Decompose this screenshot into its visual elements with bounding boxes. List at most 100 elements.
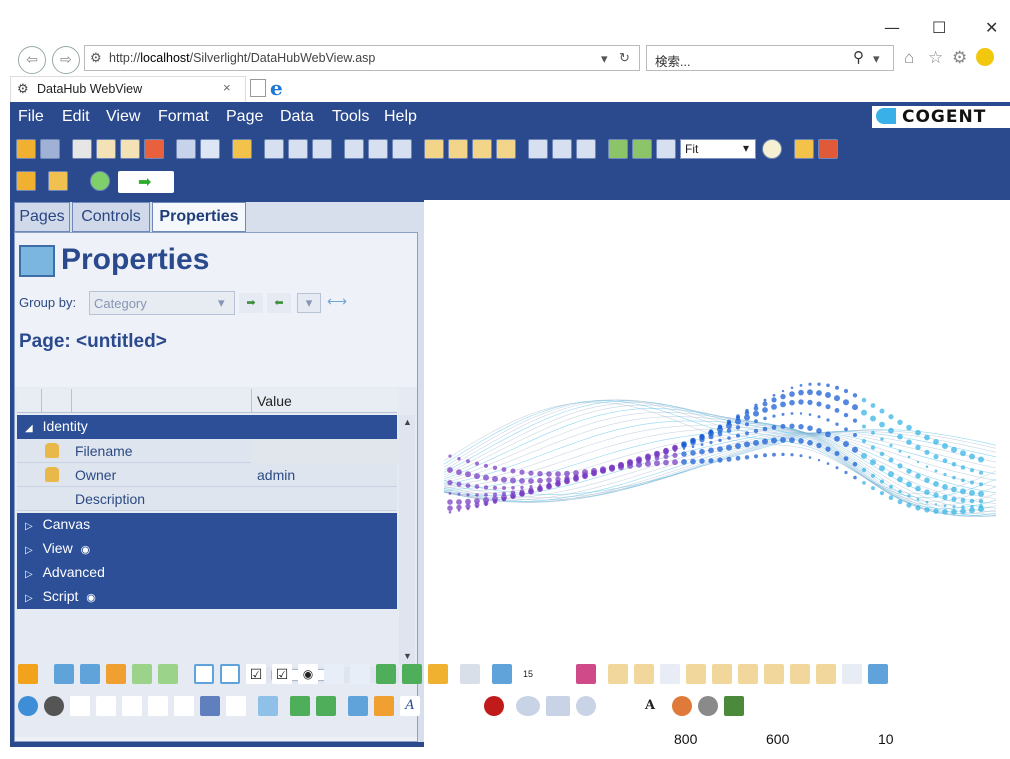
indicator-gray-icon[interactable] — [698, 696, 718, 716]
tab-controls[interactable]: Controls — [72, 202, 150, 232]
radio-button-icon[interactable]: ◉ — [298, 664, 318, 684]
close-window-button[interactable]: ✕ — [985, 18, 998, 37]
send-backward-icon[interactable] — [496, 139, 516, 159]
calendar-icon[interactable] — [492, 664, 512, 684]
gauge-3-icon[interactable] — [738, 664, 758, 684]
run-button[interactable]: ➡ — [118, 171, 174, 193]
group-identity[interactable]: ◢ Identity — [17, 415, 397, 439]
security-lock-icon[interactable] — [794, 139, 814, 159]
progress-bar-icon[interactable] — [226, 696, 246, 716]
feedback-smiley-icon[interactable] — [976, 48, 994, 66]
distribute-icon[interactable] — [576, 139, 596, 159]
ellipse-icon[interactable] — [516, 696, 540, 716]
grid-table-icon[interactable] — [316, 696, 336, 716]
tree-control-icon[interactable] — [376, 664, 396, 684]
maximize-button[interactable]: ☐ — [932, 18, 946, 37]
snap-grid-icon[interactable] — [176, 139, 196, 159]
user-icon[interactable] — [868, 664, 888, 684]
slider-vertical-icon[interactable] — [96, 696, 116, 716]
forward-button[interactable]: ⇨ — [52, 46, 80, 74]
zoom-out-icon[interactable] — [632, 139, 652, 159]
indicator-orange-icon[interactable] — [672, 696, 692, 716]
group-canvas[interactable]: ▷ Canvas — [17, 513, 397, 537]
group-by-select[interactable]: Category ▾ — [89, 291, 235, 315]
settings-gear-icon[interactable]: ⚙ — [952, 48, 967, 68]
align-middle-icon[interactable] — [368, 139, 388, 159]
line-chart-icon[interactable] — [158, 664, 178, 684]
connection-icon[interactable] — [90, 171, 110, 191]
listbox-control-icon[interactable] — [350, 664, 370, 684]
bar-chart-icon[interactable] — [106, 664, 126, 684]
delete-icon[interactable] — [144, 139, 164, 159]
expand-all-icon[interactable]: ➡ — [239, 293, 263, 313]
battery-icon[interactable] — [724, 696, 744, 716]
cut-icon[interactable] — [72, 139, 92, 159]
gauge-4-icon[interactable] — [764, 664, 784, 684]
gauge-5-icon[interactable] — [790, 664, 810, 684]
copy-icon[interactable] — [96, 139, 116, 159]
swap-icon[interactable]: ⟷ — [327, 293, 347, 310]
menu-edit[interactable]: Edit — [62, 108, 90, 126]
import-icon[interactable] — [428, 664, 448, 684]
align-bottom-icon[interactable] — [392, 139, 412, 159]
search-box[interactable]: 検索... ⚲ ▾ — [646, 45, 894, 71]
group-script[interactable]: ▷ Script ◉ — [17, 585, 397, 609]
dial-icon[interactable] — [44, 696, 64, 716]
property-value[interactable]: admin — [257, 463, 295, 487]
gauge-1-icon[interactable] — [686, 664, 706, 684]
group-icon[interactable] — [528, 139, 548, 159]
ungroup-icon[interactable] — [552, 139, 572, 159]
page-settings-icon[interactable] — [48, 171, 68, 191]
bring-front-icon[interactable] — [424, 139, 444, 159]
align-right-icon[interactable] — [312, 139, 332, 159]
pointer-tool-icon[interactable] — [18, 664, 38, 684]
group-advanced[interactable]: ▷ Advanced — [17, 561, 397, 585]
menu-file[interactable]: File — [18, 108, 44, 126]
border-control-icon[interactable] — [220, 664, 240, 684]
timer-icon[interactable] — [842, 664, 862, 684]
align-left-icon[interactable] — [264, 139, 284, 159]
level-bar-icon[interactable] — [200, 696, 220, 716]
filter-dropdown-icon[interactable]: ▾ — [297, 293, 321, 313]
settings-icon[interactable] — [608, 696, 628, 716]
send-back-icon[interactable] — [448, 139, 468, 159]
checkbox-checked-icon[interactable]: ☑ — [272, 664, 292, 684]
slider-horizontal-icon[interactable] — [70, 696, 90, 716]
search-dropdown-icon[interactable]: ▾ — [873, 51, 880, 67]
gauge-6-icon[interactable] — [816, 664, 836, 684]
text-style-icon[interactable]: A — [640, 696, 660, 716]
record-icon[interactable] — [818, 139, 838, 159]
table-icon[interactable] — [290, 696, 310, 716]
knob-icon[interactable] — [18, 696, 38, 716]
textbox-control-icon[interactable] — [324, 664, 344, 684]
zoom-page-icon[interactable] — [656, 139, 676, 159]
clipboard-icon[interactable] — [16, 171, 36, 191]
url-bar[interactable]: ⚙ http://localhost/Silverlight/DataHubWe… — [84, 45, 640, 71]
grid-icon[interactable] — [200, 139, 220, 159]
text-image-icon[interactable] — [432, 696, 452, 716]
image-button-2-icon[interactable] — [634, 664, 654, 684]
tab-pages[interactable]: Pages — [14, 202, 70, 232]
minimize-button[interactable]: — — [884, 18, 900, 37]
search-icon[interactable]: ⚲ — [853, 48, 864, 66]
trend-chart-icon[interactable] — [132, 664, 152, 684]
property-value-cell[interactable] — [251, 439, 399, 463]
clock-icon[interactable] — [544, 664, 564, 684]
meter-icon[interactable] — [148, 696, 168, 716]
xy-plot-icon[interactable] — [122, 696, 142, 716]
scroll-up-icon[interactable]: ▲ — [403, 417, 412, 427]
open-icon[interactable] — [16, 139, 36, 159]
zoom-in-icon[interactable] — [608, 139, 628, 159]
rect-shape-icon[interactable] — [546, 696, 570, 716]
tree-view-icon[interactable] — [402, 664, 422, 684]
alarm-icon[interactable] — [484, 696, 504, 716]
document-icon[interactable] — [460, 664, 480, 684]
menu-view[interactable]: View — [106, 108, 140, 126]
gauge-2-icon[interactable] — [712, 664, 732, 684]
paste-icon[interactable] — [120, 139, 140, 159]
group-view[interactable]: ▷ View ◉ — [17, 537, 397, 561]
label-icon[interactable] — [348, 696, 368, 716]
home-icon[interactable]: ⌂ — [904, 48, 914, 68]
range-slider-icon[interactable] — [174, 696, 194, 716]
menu-data[interactable]: Data — [280, 108, 314, 126]
